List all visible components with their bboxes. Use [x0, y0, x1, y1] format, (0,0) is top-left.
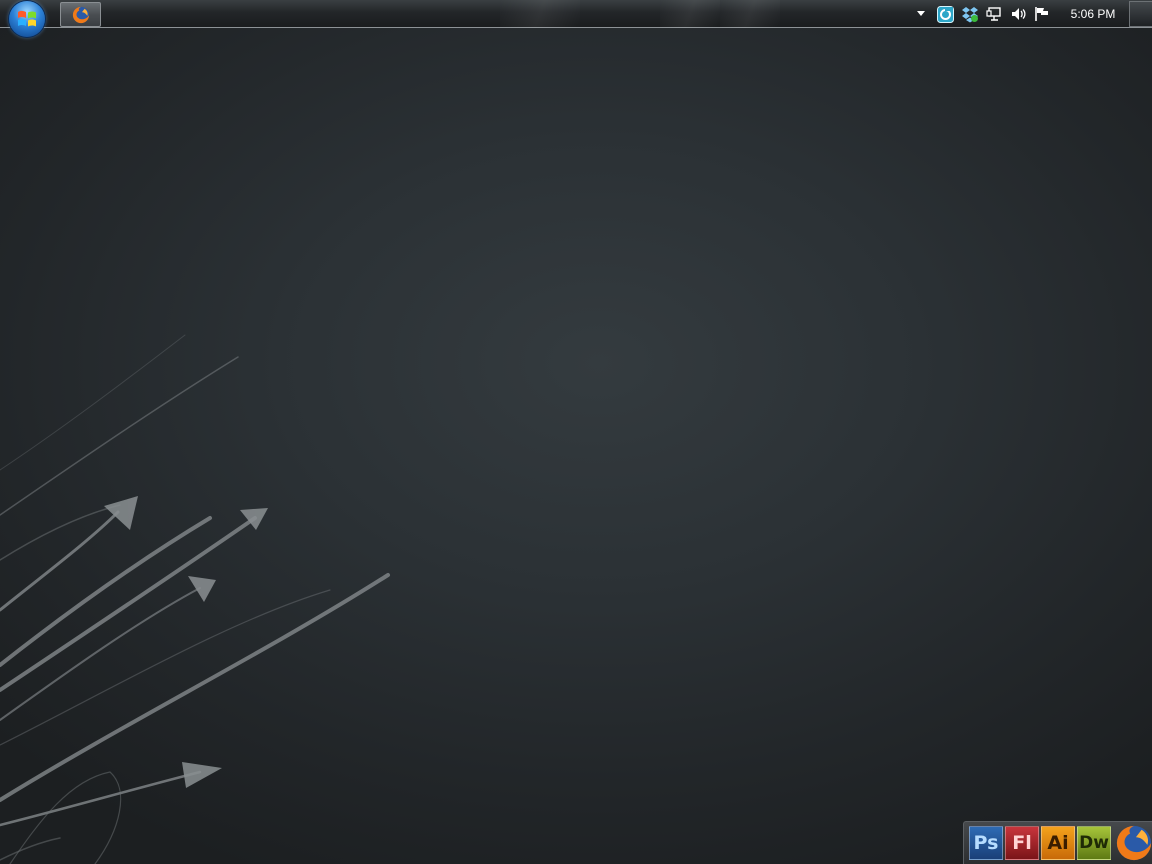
dock-app-photoshop[interactable]: Ps — [969, 826, 1003, 860]
taskbar-gloss — [500, 0, 580, 28]
taskbar-clock[interactable]: 5:06 PM — [1063, 7, 1123, 21]
sync-app-icon[interactable] — [937, 6, 954, 23]
taskbar-gloss — [660, 0, 720, 28]
show-hidden-icons-arrow-icon[interactable] — [916, 11, 926, 17]
taskbar-item-firefox[interactable] — [60, 2, 101, 27]
start-button[interactable] — [9, 1, 45, 37]
dock-app-illustrator[interactable]: Ai — [1041, 826, 1075, 860]
firefox-icon[interactable] — [1115, 824, 1152, 862]
dock-app-dreamweaver[interactable]: Dw — [1077, 826, 1111, 860]
dock-app-flash[interactable]: Fl — [1005, 826, 1039, 860]
desktop: { "taskbar": { "start_button": "start-or… — [0, 0, 1152, 864]
volume-icon[interactable] — [1010, 6, 1026, 22]
action-center-flag-icon[interactable] — [1034, 6, 1050, 22]
firefox-icon — [72, 6, 90, 24]
network-icon[interactable] — [986, 6, 1002, 22]
taskbar: 5:06 PM — [0, 0, 1152, 28]
taskbar-gloss — [720, 0, 780, 28]
dropbox-icon[interactable] — [962, 6, 979, 23]
wallpaper-arrows — [0, 334, 390, 864]
app-dock: Ps Fl Ai Dw — [963, 821, 1152, 864]
windows-logo-icon — [18, 10, 36, 27]
show-desktop-button[interactable] — [1129, 1, 1152, 27]
